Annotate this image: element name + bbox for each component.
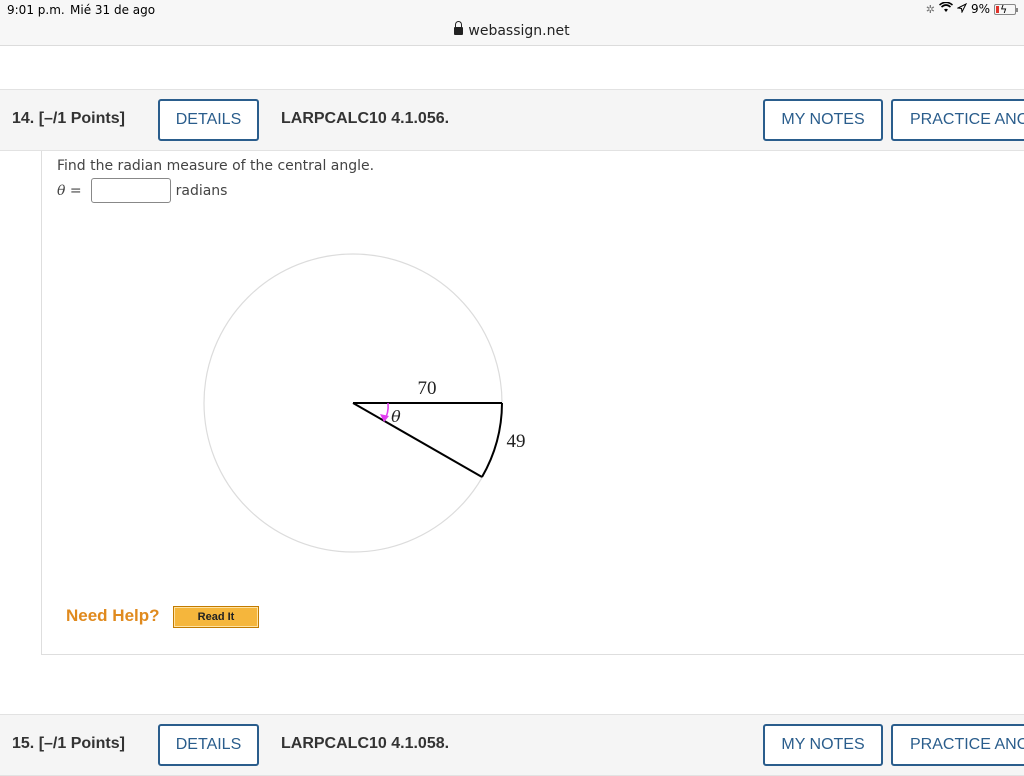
practice-another-button[interactable]: PRACTICE ANOTHER — [891, 99, 1024, 141]
question-code: LARPCALC10 4.1.056. — [281, 110, 450, 127]
question-14-header: 14. [–/1 Points] DETAILS LARPCALC10 4.1.… — [0, 89, 1024, 151]
status-time: 9:01 p.m. — [7, 3, 65, 17]
question-15-header: 15. [–/1 Points] DETAILS LARPCALC10 4.1.… — [0, 714, 1024, 776]
arc-label: 49 — [507, 431, 526, 452]
angle-label: θ — [391, 407, 401, 426]
location-icon — [956, 2, 968, 16]
lock-icon — [454, 21, 464, 35]
battery-percent: 9% — [970, 2, 990, 16]
details-button[interactable]: DETAILS — [158, 724, 259, 766]
radius-label: 70 — [418, 378, 437, 399]
my-notes-button[interactable]: MY NOTES — [763, 724, 883, 766]
battery-icon: ϟ — [994, 3, 1018, 16]
question-number: 15. [–/1 Points] — [12, 735, 125, 752]
status-indicators: ✲ 9% ϟ — [925, 1, 1018, 16]
wifi-icon — [938, 1, 953, 16]
url-text: webassign.net — [468, 23, 570, 39]
address-bar[interactable]: webassign.net — [0, 20, 1024, 46]
read-it-button[interactable]: Read It — [173, 606, 259, 628]
details-button[interactable]: DETAILS — [158, 99, 259, 141]
question-14-body: Find the radian measure of the central a… — [41, 151, 1024, 655]
need-help-label: Need Help? — [66, 606, 160, 625]
status-bar: 9:01 p.m. Mié 31 de ago ✲ 9% ϟ — [0, 0, 1024, 20]
activity-icon: ✲ — [925, 2, 935, 16]
central-angle-figure: 70 49 θ — [203, 253, 526, 553]
angle-arrowhead — [380, 414, 389, 422]
status-date: Mié 31 de ago — [70, 3, 156, 17]
question-number: 14. [–/1 Points] — [12, 110, 125, 127]
question-code: LARPCALC10 4.1.058. — [281, 735, 450, 752]
radius-angled — [352, 402, 483, 478]
practice-another-button[interactable]: PRACTICE ANOTHER — [891, 724, 1024, 766]
my-notes-button[interactable]: MY NOTES — [763, 99, 883, 141]
arc-segment — [481, 402, 503, 478]
